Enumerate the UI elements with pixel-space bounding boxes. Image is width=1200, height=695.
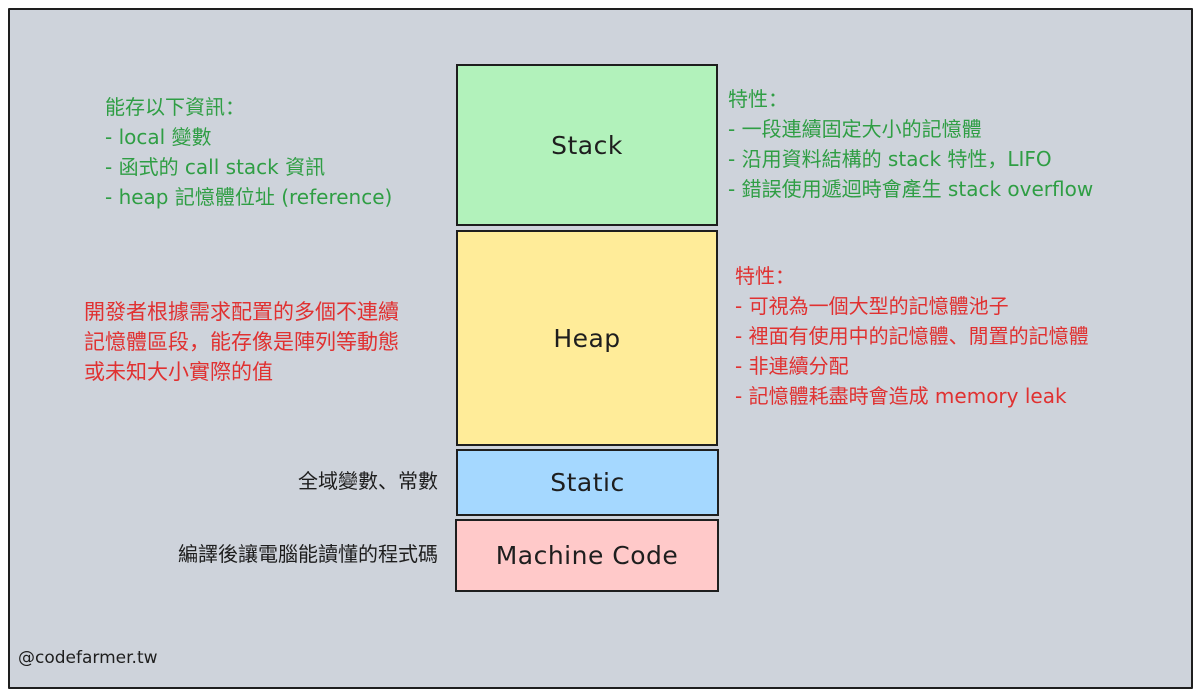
note-line: - 沿用資料結構的 stack 特性，LIFO <box>728 147 1052 171</box>
machine-code-note: 編譯後讓電腦能讀懂的程式碼 <box>178 542 438 566</box>
note-line: - 一段連續固定大小的記憶體 <box>728 117 982 141</box>
static-note: 全域變數、常數 <box>298 469 438 493</box>
note-line: - heap 記憶體位址 (reference) <box>105 185 393 209</box>
stack-segment: Stack <box>456 64 718 226</box>
note-line: 記憶體區段，能存像是陣列等動態 <box>84 330 399 354</box>
heap-label: Heap <box>553 323 621 353</box>
static-segment: Static <box>456 449 719 516</box>
note-line: - local 變數 <box>105 125 212 149</box>
note-line: - 函式的 call stack 資訊 <box>105 155 326 179</box>
note-line: 或未知大小實際的值 <box>84 360 273 384</box>
author-signature: @codefarmer.tw <box>18 648 158 668</box>
machine-code-label: Machine Code <box>495 541 679 570</box>
heap-traits-note: 特性： - 可視為一個大型的記憶體池子 - 裡面有使用中的記憶體、閒置的記憶體 … <box>735 261 1089 411</box>
note-line: 能存以下資訊： <box>105 95 245 119</box>
stack-label: Stack <box>551 130 623 160</box>
heap-segment: Heap <box>456 230 718 446</box>
machine-code-segment: Machine Code <box>455 519 719 592</box>
note-line: 特性： <box>728 87 788 111</box>
stack-contents-note: 能存以下資訊： - local 變數 - 函式的 call stack 資訊 -… <box>105 92 392 212</box>
note-line: - 錯誤使用遞迴時會產生 stack overflow <box>728 177 1094 201</box>
stack-traits-note: 特性： - 一段連續固定大小的記憶體 - 沿用資料結構的 stack 特性，LI… <box>728 84 1093 204</box>
heap-description-note: 開發者根據需求配置的多個不連續 記憶體區段，能存像是陣列等動態 或未知大小實際的… <box>84 297 399 387</box>
note-line: 特性： <box>735 264 795 288</box>
static-label: Static <box>550 468 625 497</box>
note-line: - 可視為一個大型的記憶體池子 <box>735 294 1009 318</box>
note-line: 開發者根據需求配置的多個不連續 <box>84 300 399 324</box>
note-line: - 記憶體耗盡時會造成 memory leak <box>735 384 1067 408</box>
note-line: - 裡面有使用中的記憶體、閒置的記憶體 <box>735 324 1089 348</box>
note-line: - 非連續分配 <box>735 354 849 378</box>
